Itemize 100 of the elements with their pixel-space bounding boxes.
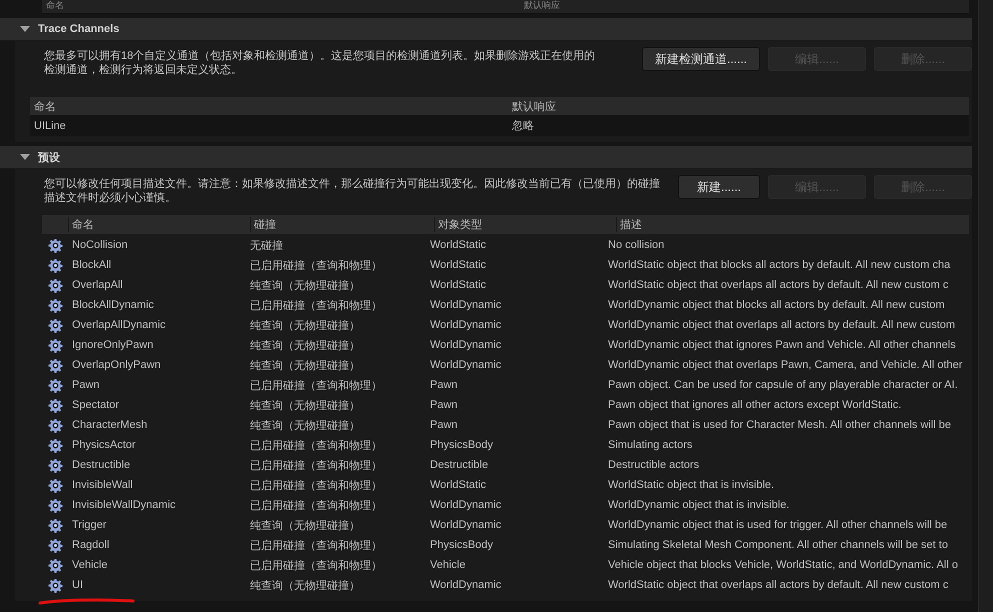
table-cell-text: WorldStatic — [430, 239, 488, 251]
triangle-icon[interactable] — [20, 26, 30, 32]
table-cell-text: WorldDynamic object that is invisible. — [608, 499, 790, 511]
table-cell-text: Vehicle — [430, 559, 466, 571]
section-title: Trace Channels — [38, 23, 120, 35]
gear-icon — [48, 398, 62, 412]
table-cell-text: WorldStatic — [430, 479, 488, 491]
table-cell-text: 已启用碰撞（查询和物理） — [250, 538, 383, 552]
table-cell-text: WorldDynamic object that overlaps Pawn, Camera, and Vehicle. All other — [608, 359, 964, 371]
table-cell-text: WorldStatic object that blocks all actors by default. All new custom cha — [608, 259, 952, 271]
column-header: 命名 — [45, 0, 65, 12]
table-cell-text: Spectator — [71, 399, 120, 411]
table-cell-text: Destructible — [71, 459, 132, 471]
triangle-icon[interactable] — [20, 154, 30, 160]
table-cell-text: 纯查询（无物理碰撞） — [250, 518, 361, 532]
table-cell-text: Simulating actors — [608, 439, 694, 451]
table-cell-text: Vehicle object that blocks Vehicle, WorldStatic, and WorldDynamic. All o — [608, 559, 959, 571]
table-cell-text: WorldStatic object that overlaps all actors by default. All new custom c — [608, 579, 950, 591]
table-cell-text: WorldDynamic object that ignores Pawn and Vehicle. All other channels — [608, 339, 957, 351]
gear-icon — [48, 258, 62, 272]
column-header: 命名 — [68, 217, 250, 232]
section-title: 预设 — [38, 150, 60, 164]
table-cell-text: 纯查询（无物理碰撞） — [250, 578, 361, 592]
description-text: 您最多可以拥有18个自定义通道（包括对象和检测通道）。这是您项目的检测通道列表。如果删除游戏正在使用的检测通道，检测行为将返回未定义状态。 — [44, 49, 596, 77]
table-cell-text: IgnoreOnlyPawn — [71, 339, 154, 351]
gear-icon — [48, 558, 62, 572]
gear-icon — [48, 278, 62, 292]
gear-icon — [48, 538, 62, 552]
description-text: 您可以修改任何项目描述文件。请注意：如果修改描述文件，那么碰撞行为可能出现变化。因此修改当前已有（已使用）的碰撞描述文件时必须小心谨慎。 — [44, 177, 661, 205]
table-cell-text: Ragdoll — [71, 539, 110, 551]
table-cell-text: WorldDynamic — [430, 339, 502, 351]
table-cell-text: UILine — [33, 120, 67, 132]
table-cell-text: WorldStatic object that overlaps all actors by default. All new custom c — [608, 279, 950, 291]
gear-icon — [48, 438, 62, 452]
table-cell-text: BlockAllDynamic — [71, 299, 155, 311]
table-cell-text: Pawn — [71, 379, 101, 391]
table-cell-text: InvisibleWall — [71, 479, 134, 491]
section-header[interactable]: 预设 — [0, 146, 972, 169]
table-cell-text: PhysicsBody — [430, 539, 494, 551]
table-cell-text: Trigger — [71, 519, 108, 531]
table-cell-text: 已启用碰撞（查询和物理） — [250, 298, 383, 312]
gear-icon — [48, 318, 62, 332]
table-cell-text: 纯查询（无物理碰撞） — [250, 338, 361, 352]
table-cell-text: 已启用碰撞（查询和物理） — [250, 478, 383, 492]
table-cell-text: 忽略 — [511, 119, 534, 133]
action-button[interactable]: 新建...... — [678, 175, 760, 199]
table-cell-text: CharacterMesh — [71, 419, 148, 431]
column-header: 命名 — [33, 100, 57, 114]
table-cell-text: Pawn object that ignores all other actors except WorldStatic. — [608, 399, 902, 411]
table-cell-text: Pawn — [430, 419, 459, 431]
table-cell-text: Pawn object that is used for Character Mesh. All other channels will be — [608, 419, 952, 431]
table-cell-text: OverlapOnlyPawn — [71, 359, 162, 371]
table-cell-text: WorldDynamic object that blocks all actors by default. All new custom — [608, 299, 946, 311]
column-header: 碰撞 — [250, 217, 434, 232]
table-cell-text: WorldDynamic — [430, 579, 502, 591]
table-cell-text: InvisibleWallDynamic — [71, 499, 177, 511]
table-cell-text: Vehicle — [71, 559, 108, 571]
table-cell-text: WorldDynamic object that overlaps all actors by default. All new custom — [608, 319, 956, 331]
table-cell-text: Pawn — [430, 399, 459, 411]
gear-icon — [48, 458, 62, 472]
action-button[interactable]: 新建检测通道...... — [642, 47, 760, 71]
gear-icon — [48, 518, 62, 532]
gear-icon — [48, 238, 62, 252]
table-cell-text: WorldDynamic — [430, 299, 502, 311]
table-cell-text: PhysicsBody — [430, 439, 494, 451]
gear-icon — [48, 378, 62, 392]
table-cell-text: PhysicsActor — [71, 439, 137, 451]
gear-icon — [48, 298, 62, 312]
table-cell-text: WorldStatic — [430, 259, 488, 271]
table-cell-text: No collision — [608, 239, 666, 251]
gear-icon — [48, 578, 62, 592]
section-header[interactable]: Trace Channels — [0, 18, 972, 41]
gear-icon — [48, 358, 62, 372]
table-cell-text: WorldDynamic — [430, 519, 502, 531]
table-cell-text: WorldDynamic object that is used for trigger. All other channels will be — [608, 519, 948, 531]
column-header: 对象类型 — [434, 217, 616, 232]
table-cell-text: WorldDynamic — [430, 359, 502, 371]
table-cell-text: 已启用碰撞（查询和物理） — [250, 378, 383, 392]
table-cell-text: 已启用碰撞（查询和物理） — [250, 498, 383, 512]
gear-icon — [48, 478, 62, 492]
column-header: 默认响应 — [511, 100, 556, 114]
table-cell-text: UI — [71, 579, 84, 591]
table-cell-text: BlockAll — [71, 259, 112, 271]
table-cell-text: NoCollision — [71, 239, 129, 251]
table-cell-text: 纯查询（无物理碰撞） — [250, 278, 361, 292]
table-cell-text: OverlapAllDynamic — [71, 319, 167, 331]
table-cell-text: 已启用碰撞（查询和物理） — [250, 438, 383, 452]
table-row[interactable]: UILine 忽略 — [30, 115, 969, 136]
table-cell-text: OverlapAll — [71, 279, 124, 291]
table-cell-text: Destructible actors — [608, 459, 700, 471]
table-cell-text: WorldStatic object that is invisible. — [608, 479, 776, 491]
gear-icon — [48, 338, 62, 352]
table-cell-text: 已启用碰撞（查询和物理） — [250, 258, 383, 272]
table-cell-text: Destructible — [430, 459, 490, 471]
table-cell-text: 已启用碰撞（查询和物理） — [250, 458, 383, 472]
table-cell-text: WorldStatic — [430, 279, 488, 291]
gear-icon — [48, 418, 62, 432]
column-header: 默认响应 — [523, 0, 560, 12]
column-header: 描述 — [616, 217, 969, 232]
table-cell-text: WorldDynamic — [430, 319, 502, 331]
